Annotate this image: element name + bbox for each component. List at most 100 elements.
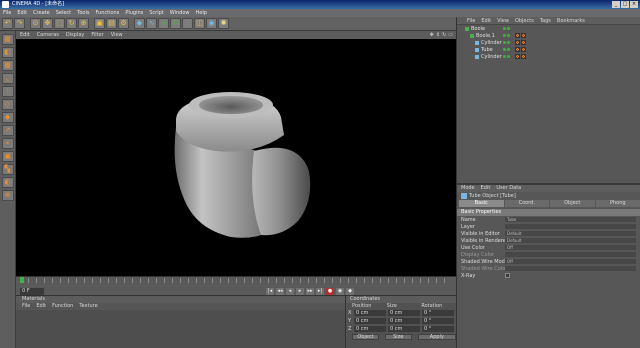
select-icon[interactable]: ⊙ bbox=[30, 18, 41, 29]
object-row[interactable]: Cylinder bbox=[457, 53, 640, 60]
record-icon[interactable]: ● bbox=[326, 288, 334, 295]
coordinate-icon[interactable]: ⊕ bbox=[78, 18, 89, 29]
object-row[interactable]: Cylinder bbox=[457, 39, 640, 46]
visible-renderer-dropdown[interactable]: Default bbox=[505, 238, 636, 243]
spline-icon[interactable]: ∿ bbox=[146, 18, 157, 29]
size-z-field[interactable]: 0 cm bbox=[388, 326, 420, 332]
visibility-dots[interactable] bbox=[503, 41, 510, 44]
menu-window[interactable]: Window bbox=[170, 9, 190, 17]
rotation-b-field[interactable]: 0 ° bbox=[422, 326, 454, 332]
menu-create[interactable]: Create bbox=[33, 9, 50, 17]
object-icon[interactable]: ◧ bbox=[1, 47, 14, 58]
render-settings-icon[interactable]: ⚙ bbox=[118, 18, 129, 29]
undo-icon[interactable]: ↶ bbox=[2, 18, 13, 29]
display-color-swatch[interactable] bbox=[505, 252, 636, 257]
timeline[interactable] bbox=[16, 276, 456, 287]
points-icon[interactable]: ⁘ bbox=[1, 86, 14, 97]
go-to-end-icon[interactable]: ▸| bbox=[316, 288, 324, 295]
om-menu-objects[interactable]: Objects bbox=[515, 17, 534, 24]
menu-help[interactable]: Help bbox=[195, 9, 206, 17]
minimize-button[interactable]: _ bbox=[612, 1, 620, 8]
menu-file[interactable]: File bbox=[3, 9, 11, 17]
tab-phong[interactable]: Phong bbox=[595, 200, 640, 207]
materials-menu-file[interactable]: File bbox=[22, 303, 30, 310]
edges-icon[interactable]: ◇ bbox=[1, 99, 14, 110]
go-to-start-icon[interactable]: |◂ bbox=[266, 288, 274, 295]
play-reverse-icon[interactable]: ◂ bbox=[286, 288, 294, 295]
menu-functions[interactable]: Functions bbox=[95, 9, 119, 17]
next-key-icon[interactable]: ▸▸ bbox=[306, 288, 314, 295]
layer-field[interactable] bbox=[505, 224, 636, 229]
tweak-icon[interactable]: ↗ bbox=[1, 125, 14, 136]
close-button[interactable]: × bbox=[630, 1, 638, 8]
position-x-field[interactable]: 0 cm bbox=[354, 310, 386, 316]
am-menu-userdata[interactable]: User Data bbox=[496, 185, 521, 192]
axis-icon[interactable]: ⌞ bbox=[1, 73, 14, 84]
material-tags[interactable] bbox=[515, 54, 526, 59]
pan-icon[interactable]: ✥ bbox=[430, 31, 434, 39]
lock-icon[interactable]: ⊗ bbox=[1, 190, 14, 201]
visible-editor-dropdown[interactable]: Default bbox=[505, 231, 636, 236]
om-menu-tags[interactable]: Tags bbox=[540, 17, 551, 24]
visibility-dots[interactable] bbox=[503, 34, 510, 37]
camera-icon[interactable]: ◉ bbox=[206, 18, 217, 29]
material-tags[interactable] bbox=[515, 33, 526, 38]
sculpt-icon[interactable]: ◐ bbox=[1, 177, 14, 188]
mug-model[interactable] bbox=[16, 39, 456, 276]
size-y-field[interactable]: 0 cm bbox=[388, 318, 420, 324]
scale-icon[interactable]: ⬚ bbox=[54, 18, 65, 29]
rotation-h-field[interactable]: 0 ° bbox=[422, 310, 454, 316]
orbit-icon[interactable]: ↻ bbox=[442, 31, 446, 39]
materials-menu-function[interactable]: Function bbox=[52, 303, 73, 310]
object-row[interactable]: Tube bbox=[457, 46, 640, 53]
material-tags[interactable] bbox=[515, 47, 526, 52]
am-menu-mode[interactable]: Mode bbox=[461, 185, 475, 192]
menu-script[interactable]: Script bbox=[149, 9, 164, 17]
tab-coord[interactable]: Coord. bbox=[504, 200, 549, 207]
tab-object[interactable]: Object bbox=[550, 200, 595, 207]
object-row[interactable]: Boole bbox=[457, 25, 640, 32]
viewport-menu-edit[interactable]: Edit bbox=[20, 31, 30, 39]
om-menu-edit[interactable]: Edit bbox=[481, 17, 491, 24]
nurbs-icon[interactable]: ◎ bbox=[158, 18, 169, 29]
position-y-field[interactable]: 0 cm bbox=[354, 318, 386, 324]
polygons-icon[interactable]: ◆ bbox=[1, 112, 14, 123]
autokey-icon[interactable]: ◉ bbox=[336, 288, 344, 295]
redo-icon[interactable]: ↷ bbox=[14, 18, 25, 29]
move-icon[interactable]: ✥ bbox=[42, 18, 53, 29]
render-icon[interactable]: ▣ bbox=[94, 18, 105, 29]
maximize-view-icon[interactable]: ▭ bbox=[448, 31, 453, 39]
array-icon[interactable]: ⁂ bbox=[170, 18, 181, 29]
texture-icon[interactable]: ▩ bbox=[1, 60, 14, 71]
viewport-menu-cameras[interactable]: Cameras bbox=[37, 31, 59, 39]
visibility-dots[interactable] bbox=[503, 48, 510, 51]
apply-button[interactable]: Apply bbox=[417, 334, 456, 340]
menu-tools[interactable]: Tools bbox=[77, 9, 89, 17]
scene-icon[interactable]: ◫ bbox=[194, 18, 205, 29]
rotate-icon[interactable]: ↻ bbox=[66, 18, 77, 29]
shaded-wire-dropdown[interactable]: Off bbox=[505, 259, 636, 264]
play-icon[interactable]: ▸ bbox=[296, 288, 304, 295]
visibility-dots[interactable] bbox=[503, 55, 510, 58]
render-view-icon[interactable]: ▤ bbox=[106, 18, 117, 29]
tab-basic[interactable]: Basic bbox=[459, 200, 504, 207]
coordinate-mode-dropdown[interactable]: Object bbox=[352, 334, 379, 340]
shaded-wire-color-swatch[interactable] bbox=[505, 266, 636, 271]
zoom-icon[interactable]: ⇕ bbox=[436, 31, 440, 39]
xray-checkbox[interactable] bbox=[505, 273, 510, 278]
visibility-dots[interactable] bbox=[503, 27, 510, 30]
om-menu-view[interactable]: View bbox=[497, 17, 509, 24]
materials-menu-texture[interactable]: Texture bbox=[79, 303, 97, 310]
materials-menu-edit[interactable]: Edit bbox=[36, 303, 46, 310]
previous-key-icon[interactable]: ◂◂ bbox=[276, 288, 284, 295]
keyframe-icon[interactable]: ◆ bbox=[346, 288, 354, 295]
3d-viewport[interactable] bbox=[16, 39, 456, 276]
am-menu-edit[interactable]: Edit bbox=[481, 185, 491, 192]
checker-icon[interactable]: ▚ bbox=[1, 164, 14, 175]
menu-edit[interactable]: Edit bbox=[17, 9, 27, 17]
size-x-field[interactable]: 0 cm bbox=[388, 310, 420, 316]
om-menu-bookmarks[interactable]: Bookmarks bbox=[557, 17, 585, 24]
timeline-playhead[interactable] bbox=[20, 277, 24, 283]
model-icon[interactable]: ▦ bbox=[1, 34, 14, 45]
maximize-button[interactable]: □ bbox=[621, 1, 629, 8]
